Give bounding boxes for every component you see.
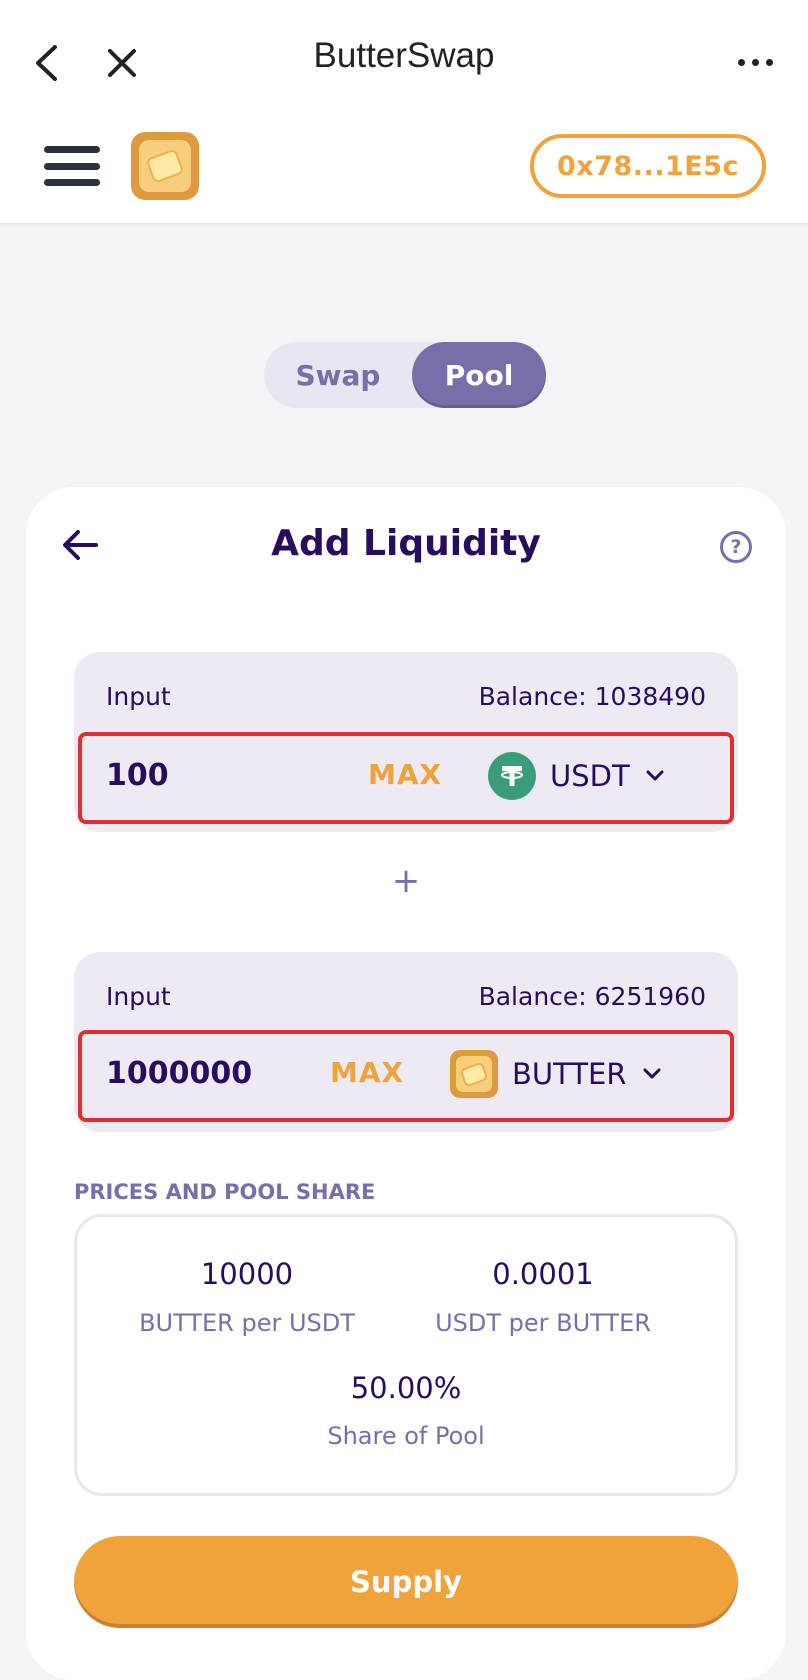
input-label: Input (106, 982, 171, 1011)
rate-butter-per-usdt-value: 10000 (200, 1257, 294, 1291)
page-title: Add Liquidity (271, 523, 541, 564)
amount-row: 100 MAX USDT (78, 732, 734, 824)
browser-title: ButterSwap (313, 36, 495, 75)
input-panel-usdt: Input Balance: 1038490 100 MAX USDT (74, 652, 738, 832)
pool-share-label: Share of Pool (327, 1422, 485, 1450)
amount-input[interactable]: 100 (106, 758, 169, 793)
prices-box: 10000 BUTTER per USDT 0.0001 USDT per BU… (74, 1214, 738, 1496)
menu-icon[interactable] (44, 146, 100, 186)
chevron-down-icon (644, 765, 666, 787)
amount-row: 1000000 MAX BUTTER (78, 1030, 734, 1122)
butter-icon (450, 1050, 498, 1098)
prices-section-label: PRICES AND POOL SHARE (74, 1180, 376, 1204)
wallet-address-button[interactable]: 0x78...1E5c (530, 134, 766, 198)
amount-input[interactable]: 1000000 (106, 1056, 252, 1091)
usdt-icon (488, 752, 536, 800)
swap-pool-toggle: Swap Pool (264, 342, 546, 408)
token-name: USDT (550, 759, 630, 793)
input-panel-butter: Input Balance: 6251960 1000000 MAX BUTTE… (74, 952, 738, 1132)
max-button[interactable]: MAX (368, 758, 442, 791)
rate-usdt-per-butter-value: 0.0001 (492, 1257, 594, 1291)
chevron-down-icon (641, 1063, 663, 1085)
help-icon[interactable]: ? (720, 531, 752, 563)
tab-pool[interactable]: Pool (412, 342, 546, 408)
token-name: BUTTER (512, 1057, 627, 1091)
app-header: 0x78...1E5c (0, 124, 808, 224)
balance-text: Balance: 6251960 (478, 982, 706, 1011)
max-button[interactable]: MAX (330, 1056, 404, 1089)
supply-button[interactable]: Supply (74, 1536, 738, 1628)
plus-icon: + (391, 861, 421, 901)
pool-share-value: 50.00% (350, 1371, 462, 1405)
butterswap-logo[interactable] (131, 132, 199, 200)
input-label: Input (106, 682, 171, 711)
rate-usdt-per-butter-label: USDT per BUTTER (435, 1309, 651, 1337)
more-options-icon[interactable] (730, 44, 780, 80)
token-selector-butter[interactable]: BUTTER (450, 1048, 663, 1100)
tab-swap[interactable]: Swap (264, 342, 412, 408)
balance-text: Balance: 1038490 (478, 682, 706, 711)
token-selector-usdt[interactable]: USDT (488, 750, 666, 802)
add-liquidity-card: Add Liquidity ? Input Balance: 1038490 1… (26, 487, 786, 1680)
browser-top-bar: ButterSwap (0, 0, 808, 124)
rate-butter-per-usdt-label: BUTTER per USDT (139, 1309, 355, 1337)
